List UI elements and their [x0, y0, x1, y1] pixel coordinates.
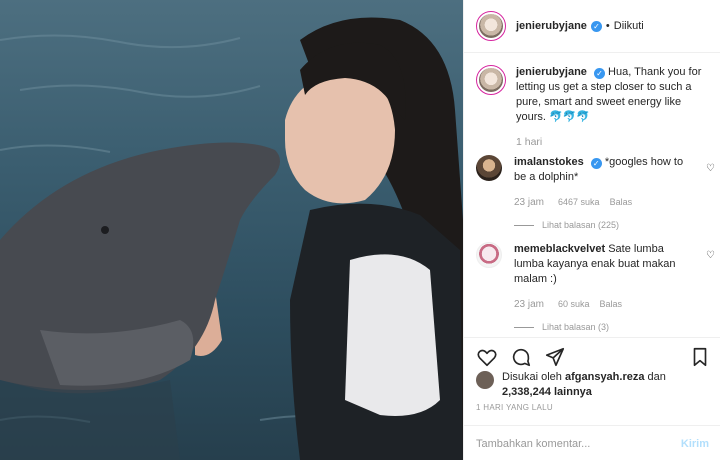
likes-count[interactable]: 2,338,244 lainnya [502, 386, 592, 398]
add-comment-bar: Kirim [464, 425, 720, 460]
view-replies-button[interactable]: Lihat balasan (225) [514, 218, 692, 233]
comment-time[interactable]: 23 jam [514, 195, 544, 210]
verified-badge-icon: ✓ [590, 158, 602, 169]
reply-button[interactable]: Balas [600, 297, 623, 312]
comment-body: imalanstokes ✓ *googles how to be a dolp… [514, 155, 692, 233]
comment-body: memeblackvelvet Sate lumba lumba kayanya… [514, 242, 692, 335]
liker-username[interactable]: afgansyah.reza [565, 371, 644, 383]
comment-username[interactable]: memeblackvelvet [514, 243, 605, 255]
post-actions: Disukai oleh afgansyah.reza dan 2,338,24… [464, 337, 720, 460]
separator-dot: • [605, 20, 610, 32]
comment-time[interactable]: 23 jam [514, 297, 544, 312]
post-comment-button[interactable]: Kirim [681, 438, 709, 450]
instagram-post: jenierubyjane ✓ • Diikuti jenierubyjane … [0, 0, 720, 460]
bookmark-icon[interactable] [689, 346, 711, 368]
verified-badge-icon: ✓ [590, 20, 602, 32]
author-username[interactable]: jenierubyjane [516, 20, 587, 32]
comment-likes[interactable]: 6467 suka [558, 195, 600, 210]
commenter-avatar[interactable] [476, 242, 502, 268]
comment-item: imalanstokes ✓ *googles how to be a dolp… [476, 155, 716, 233]
liker-avatar[interactable] [476, 371, 494, 389]
caption-author-avatar[interactable] [476, 65, 506, 95]
comment-like-heart-icon[interactable]: ♡ [706, 163, 716, 174]
like-heart-icon[interactable] [476, 346, 498, 368]
post-photo-illustration [0, 17, 463, 460]
author-avatar[interactable] [476, 11, 506, 41]
replies-line [514, 225, 534, 226]
liked-by: Disukai oleh afgansyah.reza dan 2,338,24… [476, 370, 711, 400]
post-header: jenierubyjane ✓ • Diikuti [464, 0, 720, 53]
comment-likes[interactable]: 60 suka [558, 297, 590, 312]
comment-item: memeblackvelvet Sate lumba lumba kayanya… [476, 242, 716, 335]
verified-badge-icon: ✓ [593, 68, 605, 79]
action-icons [476, 346, 566, 368]
comment-input[interactable] [476, 437, 681, 450]
follow-status-button[interactable]: Diikuti [614, 20, 644, 32]
post-timestamp[interactable]: 1 HARI YANG LALU [476, 403, 553, 412]
liked-by-prefix: Disukai oleh [502, 371, 562, 383]
post-side-panel: jenierubyjane ✓ • Diikuti jenierubyjane … [463, 0, 720, 460]
share-send-icon[interactable] [544, 346, 566, 368]
liked-by-connector: dan [647, 371, 666, 383]
view-replies-label: Lihat balasan (3) [542, 322, 610, 332]
commenter-avatar[interactable] [476, 155, 502, 181]
caption-emoji: 🐬🐬🐬 [549, 111, 591, 123]
comment-meta: 23 jam 60 suka Balas [514, 297, 692, 312]
comment-like-heart-icon[interactable]: ♡ [706, 250, 716, 261]
comment-meta: 23 jam 6467 suka Balas [514, 195, 692, 210]
replies-line [514, 327, 534, 328]
caption-time[interactable]: 1 hari [516, 135, 706, 150]
liked-by-text: Disukai oleh afgansyah.reza dan 2,338,24… [502, 370, 711, 400]
caption-username[interactable]: jenierubyjane [516, 66, 587, 78]
comment-bubble-icon[interactable] [510, 346, 532, 368]
reply-button[interactable]: Balas [610, 195, 633, 210]
view-replies-button[interactable]: Lihat balasan (3) [514, 320, 692, 335]
post-caption: jenierubyjane ✓ Hua, Thank you for letti… [476, 65, 711, 150]
comment-username[interactable]: imalanstokes [514, 156, 584, 168]
caption-body: jenierubyjane ✓ Hua, Thank you for letti… [516, 65, 706, 150]
post-photo[interactable] [0, 0, 463, 460]
view-replies-label: Lihat balasan (225) [542, 220, 620, 230]
